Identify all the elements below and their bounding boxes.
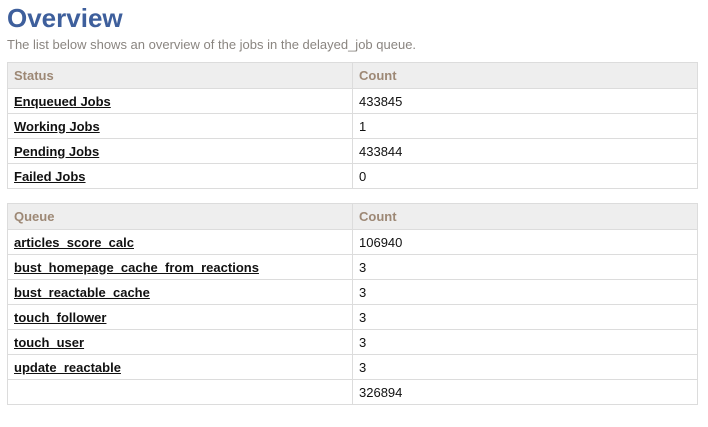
queue-link-bust-reactable-cache[interactable]: bust_reactable_cache	[14, 285, 150, 300]
queue-cell: bust_homepage_cache_from_reactions	[7, 254, 353, 280]
table-row: bust_homepage_cache_from_reactions 3	[7, 254, 698, 280]
table-row: update_reactable 3	[7, 354, 698, 380]
table-row: Pending Jobs 433844	[7, 138, 698, 164]
queue-link-touch-follower[interactable]: touch_follower	[14, 310, 106, 325]
queue-cell: touch_follower	[7, 304, 353, 330]
table-row: Working Jobs 1	[7, 113, 698, 139]
queue-cell: update_reactable	[7, 354, 353, 380]
count-cell: 3	[352, 279, 698, 305]
count-cell: 106940	[352, 229, 698, 255]
empty-cell	[7, 379, 353, 405]
count-cell: 3	[352, 304, 698, 330]
status-cell: Pending Jobs	[7, 138, 353, 164]
status-cell: Failed Jobs	[7, 163, 353, 189]
pending-jobs-link[interactable]: Pending Jobs	[14, 144, 99, 159]
count-cell: 3	[352, 354, 698, 380]
count-cell: 3	[352, 254, 698, 280]
table-row: Enqueued Jobs 433845	[7, 88, 698, 114]
intro-text: The list below shows an overview of the …	[7, 37, 417, 52]
table-row: touch_follower 3	[7, 304, 698, 330]
queue-cell: touch_user	[7, 329, 353, 355]
queue-link-update-reactable[interactable]: update_reactable	[14, 360, 121, 375]
enqueued-jobs-link[interactable]: Enqueued Jobs	[14, 94, 111, 109]
status-table-header-row: Status Count	[7, 62, 698, 89]
queue-link-bust-homepage-cache[interactable]: bust_homepage_cache_from_reactions	[14, 260, 259, 275]
queue-cell: articles_score_calc	[7, 229, 353, 255]
count-cell: 433844	[352, 138, 698, 164]
status-cell: Working Jobs	[7, 113, 353, 139]
page-title: Overview	[7, 3, 123, 33]
table-row: bust_reactable_cache 3	[7, 279, 698, 305]
queue-table: Queue Count articles_score_calc 106940 b…	[7, 203, 698, 405]
status-table: Status Count Enqueued Jobs 433845 Workin…	[7, 62, 698, 189]
count-cell: 3	[352, 329, 698, 355]
table-row: articles_score_calc 106940	[7, 229, 698, 255]
status-cell: Enqueued Jobs	[7, 88, 353, 114]
queue-table-header-row: Queue Count	[7, 203, 698, 230]
count-cell: 0	[352, 163, 698, 189]
total-row: 326894	[7, 379, 698, 405]
total-count-cell: 326894	[352, 379, 698, 405]
count-column-header: Count	[352, 62, 698, 89]
count-column-header: Count	[352, 203, 698, 230]
queue-link-articles-score-calc[interactable]: articles_score_calc	[14, 235, 134, 250]
queue-column-header: Queue	[7, 203, 353, 230]
queue-link-touch-user[interactable]: touch_user	[14, 335, 84, 350]
count-cell: 1	[352, 113, 698, 139]
working-jobs-link[interactable]: Working Jobs	[14, 119, 100, 134]
count-cell: 433845	[352, 88, 698, 114]
table-row: touch_user 3	[7, 329, 698, 355]
table-row: Failed Jobs 0	[7, 163, 698, 189]
status-column-header: Status	[7, 62, 353, 89]
failed-jobs-link[interactable]: Failed Jobs	[14, 169, 86, 184]
queue-cell: bust_reactable_cache	[7, 279, 353, 305]
